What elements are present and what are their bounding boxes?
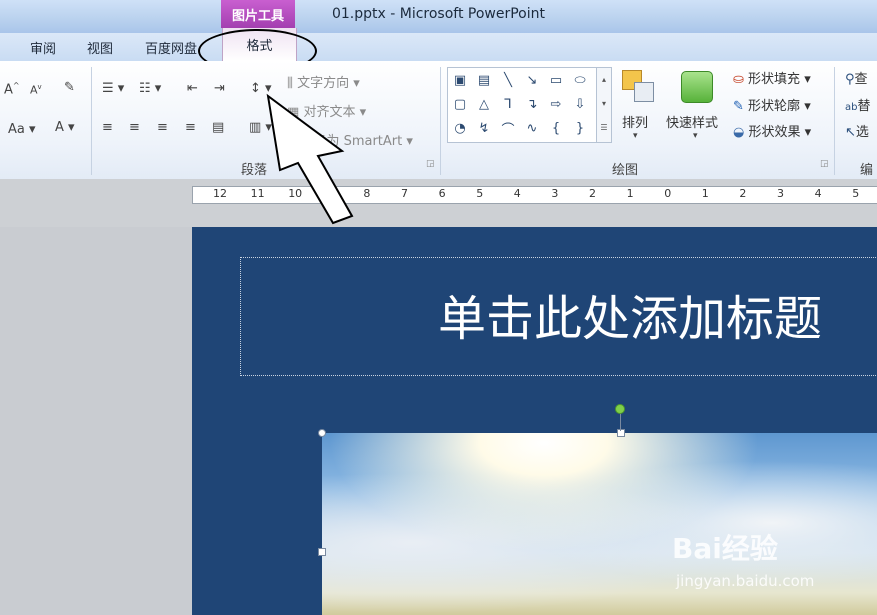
find-button[interactable]: ⚲查 (845, 68, 868, 87)
numbering-icon[interactable]: ☷ ▾ (139, 81, 161, 96)
tab-review[interactable]: 审阅 (30, 38, 56, 57)
ruler-tick-label: 6 (438, 187, 446, 200)
justify-icon[interactable]: ≡ (185, 120, 196, 135)
text-direction-icon: ⫼ (287, 76, 293, 91)
decrease-indent-icon[interactable]: ⇤ (187, 81, 198, 96)
shapes-gallery-scroll[interactable]: ▴ ▾ ☰ (596, 67, 612, 143)
text-direction-label: 文字方向 (297, 76, 350, 91)
right-arrow-shape-icon[interactable]: ⇨ (551, 97, 562, 112)
shape-effects-button[interactable]: ◒ 形状效果 ▾ (733, 121, 811, 140)
left-brace-shape-icon[interactable]: { (552, 121, 560, 136)
distributed-icon[interactable]: ▤ (212, 120, 224, 135)
ruler-tick-label: 5 (476, 187, 484, 200)
shape-outline-button[interactable]: ✎ 形状轮廓 ▾ (733, 95, 811, 114)
baidu-watermark-logo: Bai经验 (672, 532, 778, 565)
resize-handle-top[interactable] (617, 429, 625, 437)
shape-fill-label: 形状填充 (748, 72, 801, 87)
ruler-tick-label: 3 (551, 187, 559, 200)
elbow-connector-shape-icon[interactable]: ⅂ (504, 97, 511, 112)
rotation-stem (620, 413, 621, 431)
bullets-icon[interactable]: ☰ ▾ (102, 81, 124, 96)
ribbon-tabs-row (0, 33, 877, 61)
curve-shape-icon[interactable]: ↯ (479, 121, 490, 136)
tab-baidu-netdisk[interactable]: 百度网盘 (145, 38, 197, 57)
text-direction-button[interactable]: ⫼ 文字方向 ▾ (287, 72, 360, 91)
rotation-handle[interactable] (615, 404, 625, 414)
line-shape-icon[interactable]: ╲ (504, 73, 512, 88)
tab-view[interactable]: 视图 (87, 38, 113, 57)
align-left-icon[interactable]: ≡ (102, 120, 113, 135)
cursor-icon: ↖ (845, 125, 856, 140)
arc-shape-icon[interactable]: ⌒ (501, 119, 514, 138)
ruler-tick-label: 1 (701, 187, 709, 200)
ruler-tick-label: 4 (814, 187, 822, 200)
ruler-tick-label: 5 (852, 187, 860, 200)
grow-font-icon[interactable]: A^ (4, 81, 20, 97)
select-button[interactable]: ↖选 (845, 121, 869, 140)
shape-fill-button[interactable]: ⛀ 形状填充 ▾ (733, 68, 811, 87)
replace-label: 替 (857, 99, 871, 114)
vertical-textbox-shape-icon[interactable]: ▤ (478, 73, 490, 88)
group-separator (440, 67, 441, 175)
arrow-line-shape-icon[interactable]: ↘ (527, 73, 538, 88)
elbow-arrow-shape-icon[interactable]: ↴ (527, 97, 538, 112)
arrange-button[interactable]: 排列 (622, 112, 648, 131)
select-label: 选 (855, 125, 869, 140)
ruler-tick-label: 7 (401, 187, 408, 200)
quick-styles-icon (681, 71, 713, 103)
arrange-dropdown-icon[interactable]: ▾ (633, 131, 638, 141)
title-placeholder-text[interactable]: 单击此处添加标题 (438, 279, 822, 349)
change-case-icon[interactable]: Aa ▾ (8, 122, 36, 137)
ruler-tick-label: 3 (777, 187, 784, 200)
resize-handle-top-left[interactable] (318, 429, 326, 437)
ruler-tick-label: 4 (513, 187, 521, 200)
shape-effects-icon: ◒ (733, 125, 745, 140)
align-right-icon[interactable]: ≡ (157, 120, 168, 135)
shapes-gallery[interactable]: ▣ ▤ ╲ ↘ ▭ ⬭ ▢ △ ⅂ ↴ ⇨ ⇩ ◔ ↯ ⌒ ∿ { } (447, 67, 598, 143)
callout-shape-icon[interactable]: ◔ (454, 121, 465, 136)
paint-bucket-icon: ⛀ (733, 72, 744, 87)
ruler-tick-label: 2 (589, 187, 596, 200)
quick-styles-dropdown-icon[interactable]: ▾ (693, 131, 698, 141)
down-arrow-shape-icon[interactable]: ⇩ (575, 97, 586, 112)
replace-button[interactable]: ab替 (845, 95, 871, 114)
picture-tools-group-label: 图片工具 (221, 0, 295, 28)
ruler-tick-label: 12 (213, 187, 227, 200)
quick-styles-button[interactable]: 快速样式 (666, 112, 718, 131)
pointer-arrow-annotation (266, 93, 354, 225)
textbox-shape-icon[interactable]: ▣ (454, 73, 466, 88)
freeform-shape-icon[interactable]: ∿ (527, 121, 538, 136)
arrange-icon (622, 70, 654, 102)
editing-group-label: 编 (860, 163, 874, 178)
pen-outline-icon: ✎ (733, 99, 744, 114)
find-label: 查 (854, 72, 868, 87)
shape-outline-label: 形状轮廓 (748, 99, 801, 114)
group-separator (834, 67, 835, 175)
align-center-icon[interactable]: ≡ (129, 120, 140, 135)
ruler-tick-label: 2 (739, 187, 747, 200)
resize-handle-left[interactable] (318, 548, 326, 556)
increase-indent-icon[interactable]: ⇥ (214, 81, 225, 96)
ruler-tick-label: 1 (626, 187, 634, 200)
oval-shape-icon[interactable]: ⬭ (574, 73, 585, 88)
clear-format-icon[interactable]: ✎ (64, 80, 75, 95)
paragraph-dialog-launcher-icon[interactable]: ◲ (426, 159, 435, 169)
binoculars-icon: ⚲ (845, 72, 855, 87)
drawing-dialog-launcher-icon[interactable]: ◲ (820, 159, 829, 169)
group-separator (91, 67, 92, 175)
baidu-watermark-url: jingyan.baidu.com (676, 572, 815, 590)
shrink-font-icon[interactable]: Av (30, 83, 42, 97)
triangle-shape-icon[interactable]: △ (479, 97, 489, 112)
shape-effects-label: 形状效果 (748, 125, 801, 140)
ruler-tick-label: 0 (664, 187, 672, 200)
font-color-icon[interactable]: A ▾ (55, 120, 75, 135)
rectangle-shape-icon[interactable]: ▭ (550, 73, 562, 88)
right-brace-shape-icon[interactable]: } (576, 121, 584, 136)
window-title: 01.pptx - Microsoft PowerPoint (331, 6, 545, 22)
replace-icon: ab (845, 102, 858, 113)
drawing-group-label: 绘图 (612, 163, 639, 178)
rounded-rect-shape-icon[interactable]: ▢ (454, 97, 466, 112)
